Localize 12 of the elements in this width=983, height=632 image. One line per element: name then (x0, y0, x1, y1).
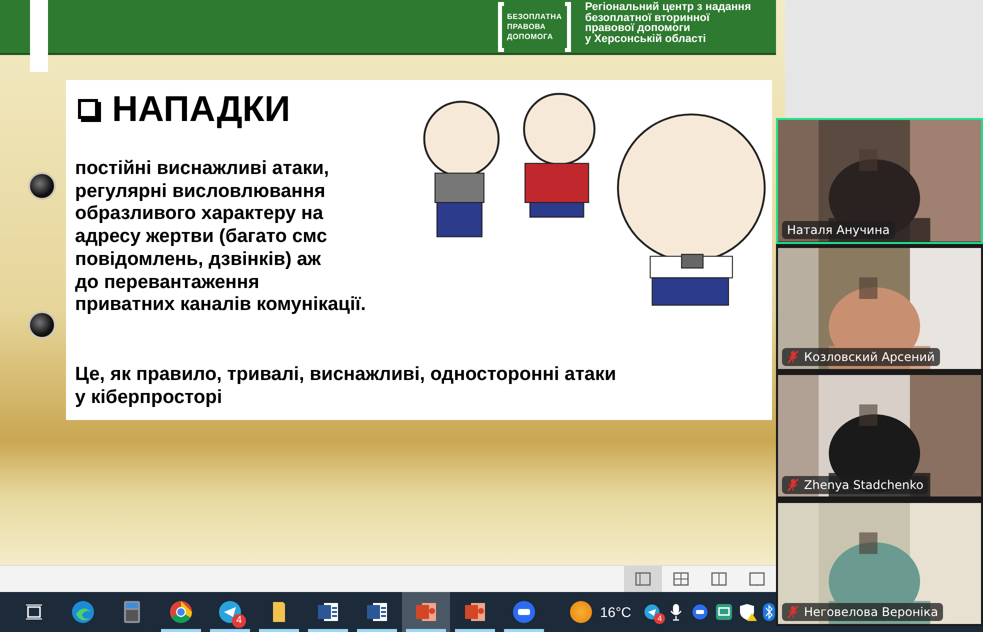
temperature-text: 16°C (600, 604, 632, 620)
participant-name: Козловский Арсений (804, 350, 935, 364)
slide-title: НАПАДКИ (112, 88, 290, 130)
participant-name: Наталя Анучина (787, 222, 890, 236)
notification-badge: 4 (654, 613, 666, 624)
slide-paragraph: постійні виснажливі атаки, регулярні висловлювання образливого характеру на адресу жертви (багато смс повідомлень, дзвінків) аж до перевантаження приватних каналів комунікації. (75, 158, 366, 317)
participant-name: Zhenya Stadchenko (804, 478, 924, 492)
taskbar-button[interactable]: 4 (206, 592, 254, 632)
notification-badge: 4 (232, 614, 246, 628)
participant-name: Неговелова Вероніка (804, 605, 938, 619)
organization-name: Регіональний центр з надання безоплатної вторинної правової допомоги у Херсонській області (584, 0, 751, 44)
slide-paragraph: Це, як правило, тривалі, виснажливі, односторонні атаки у кіберпросторі (75, 364, 616, 410)
